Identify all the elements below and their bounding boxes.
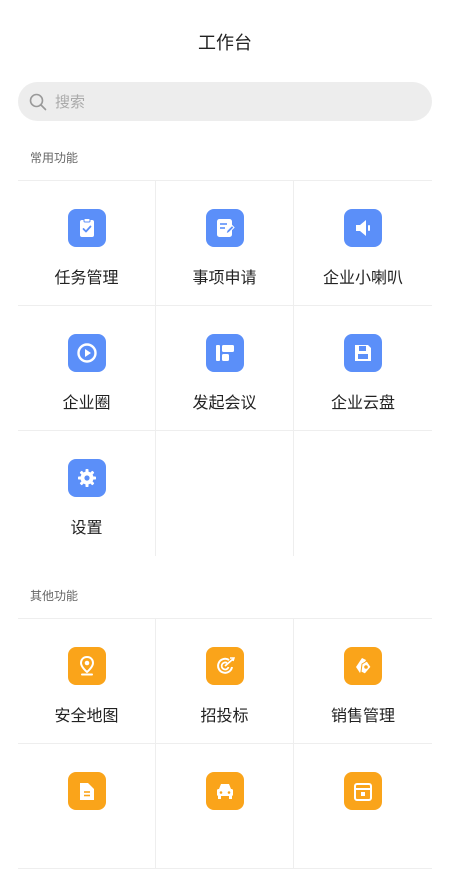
- grid-empty-cell: [156, 431, 294, 556]
- grid-item-request[interactable]: 事项申请: [156, 181, 294, 306]
- search-placeholder: 搜索: [55, 93, 86, 111]
- floppy-disk-icon: [344, 334, 382, 372]
- grid-item-moments[interactable]: 企业圈: [18, 306, 156, 431]
- price-tag-icon: [344, 647, 382, 685]
- grid-item-task-management[interactable]: 任务管理: [18, 181, 156, 306]
- grid-item-label: 企业云盘: [330, 393, 395, 412]
- page-title: 工作台: [198, 33, 252, 54]
- grid-item-label: 事项申请: [192, 268, 257, 287]
- grid-empty-cell: [294, 431, 432, 556]
- calendar-icon: [344, 772, 382, 810]
- clipboard-check-icon: [67, 209, 106, 247]
- other-grid: 安全地图 招投标 销售管理: [18, 618, 432, 869]
- grid-item-cloud-disk[interactable]: 企业云盘: [294, 306, 432, 431]
- grid-item-vehicle[interactable]: [156, 744, 294, 869]
- gear-icon: [67, 459, 106, 497]
- file-icon: [67, 772, 106, 810]
- grid-item-label: 安全地图: [54, 706, 119, 725]
- car-icon: [205, 772, 244, 810]
- grid-item-sales-management[interactable]: 销售管理: [294, 619, 432, 744]
- bid-target-icon: [205, 647, 244, 685]
- search-bar[interactable]: 搜索: [18, 82, 432, 121]
- grid-item-meeting[interactable]: 发起会议: [156, 306, 294, 431]
- page-header: 工作台: [0, 0, 450, 84]
- grid-item-label: 任务管理: [54, 268, 119, 287]
- map-pin-icon: [67, 647, 106, 685]
- other-section-title: 其他功能: [30, 589, 79, 603]
- common-grid: 任务管理 事项申请 企业小喇叭 企业圈 发起会议 企业云盘 设置: [18, 180, 432, 556]
- grid-item-settings[interactable]: 设置: [18, 431, 156, 556]
- play-circle-icon: [67, 334, 106, 372]
- grid-item-file[interactable]: [18, 744, 156, 869]
- grid-item-bidding[interactable]: 招投标: [156, 619, 294, 744]
- grid-item-speaker[interactable]: 企业小喇叭: [294, 181, 432, 306]
- common-section-title: 常用功能: [30, 151, 79, 165]
- grid-item-label: 销售管理: [330, 706, 395, 725]
- grid-item-label: 招投标: [200, 706, 249, 725]
- search-icon: [29, 93, 47, 111]
- document-edit-icon: [205, 209, 244, 247]
- grid-item-label: 设置: [70, 518, 103, 537]
- grid-item-calendar[interactable]: [294, 744, 432, 869]
- meeting-icon: [205, 334, 244, 372]
- grid-item-label: 发起会议: [192, 393, 257, 412]
- grid-item-label: 企业圈: [62, 393, 111, 412]
- grid-item-safety-map[interactable]: 安全地图: [18, 619, 156, 744]
- speaker-icon: [344, 209, 382, 247]
- grid-item-label: 企业小喇叭: [322, 268, 403, 287]
